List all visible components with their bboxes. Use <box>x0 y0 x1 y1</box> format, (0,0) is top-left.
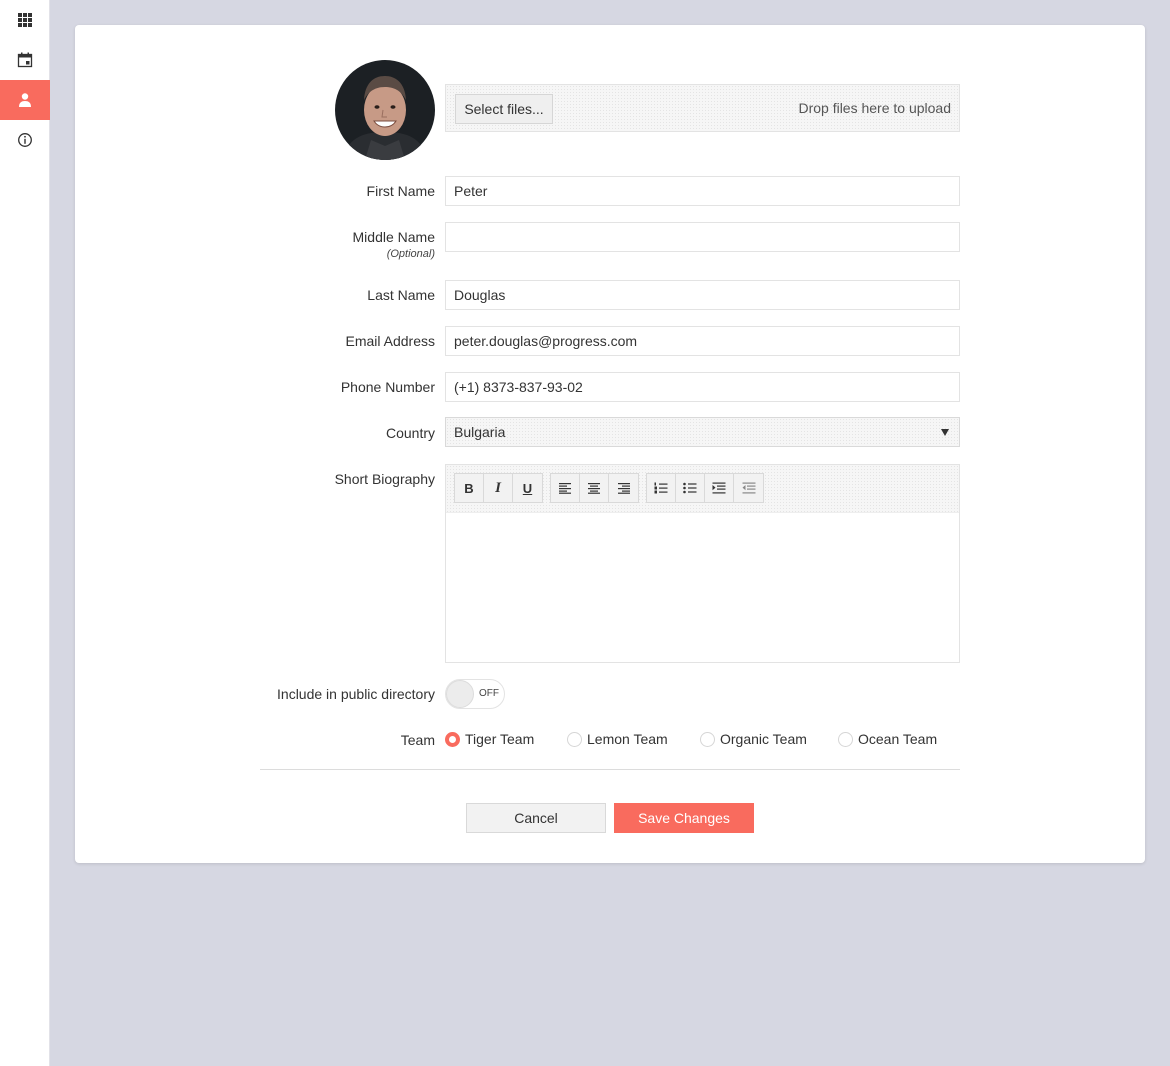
editor-toolbar: B I U <box>446 465 959 513</box>
first-name-label: First Name <box>366 183 435 199</box>
team-option-lemon[interactable]: Lemon Team <box>567 731 668 747</box>
radio-button[interactable] <box>838 731 853 747</box>
align-group <box>550 473 639 503</box>
list-group <box>646 473 764 503</box>
public-directory-switch[interactable]: OFF <box>445 679 505 709</box>
caret-down-icon <box>941 429 949 436</box>
biography-label: Short Biography <box>334 471 435 487</box>
middle-name-field[interactable] <box>445 222 960 252</box>
first-name-field[interactable] <box>445 176 960 206</box>
select-files-button[interactable]: Select files... <box>455 94 553 124</box>
align-center-button[interactable] <box>580 474 609 502</box>
middle-name-label: Middle Name <box>352 229 435 245</box>
align-left-button[interactable] <box>551 474 580 502</box>
calendar-icon <box>17 52 33 68</box>
country-selected-value: Bulgaria <box>454 424 506 440</box>
phone-label: Phone Number <box>340 379 435 395</box>
unordered-list-icon <box>683 482 697 494</box>
profile-card: Select files... Drop files here to uploa… <box>75 25 1145 863</box>
user-icon <box>19 93 31 107</box>
optional-hint: (Optional) <box>386 248 435 260</box>
ordered-list-icon <box>654 482 668 494</box>
file-upload-dropzone[interactable]: Select files... Drop files here to uploa… <box>445 84 960 132</box>
radio-label: Lemon Team <box>587 731 668 747</box>
radio-button[interactable] <box>700 731 715 747</box>
team-label: Team <box>400 732 435 748</box>
radio-button[interactable] <box>567 731 582 747</box>
align-right-icon <box>617 483 630 494</box>
outdent-icon <box>742 482 755 494</box>
underline-button[interactable]: U <box>513 474 542 502</box>
radio-label: Tiger Team <box>465 731 535 747</box>
sidebar <box>0 0 50 1066</box>
bold-button[interactable]: B <box>455 474 484 502</box>
last-name-field[interactable] <box>445 280 960 310</box>
team-option-tiger[interactable]: Tiger Team <box>445 731 534 747</box>
last-name-label: Last Name <box>367 287 435 303</box>
sidebar-item-calendar[interactable] <box>0 40 50 80</box>
sidebar-item-info[interactable] <box>0 120 50 160</box>
ordered-list-button[interactable] <box>647 474 676 502</box>
public-directory-label: Include in public directory <box>277 686 435 702</box>
align-left-icon <box>559 483 571 494</box>
sidebar-item-profile[interactable] <box>0 80 50 120</box>
radio-button[interactable] <box>445 731 460 747</box>
divider <box>260 769 960 770</box>
italic-icon: I <box>495 479 501 496</box>
sidebar-item-dashboard[interactable] <box>0 0 50 40</box>
team-option-organic[interactable]: Organic Team <box>700 731 807 747</box>
italic-button[interactable]: I <box>484 474 513 502</box>
avatar <box>335 60 435 160</box>
team-option-ocean[interactable]: Ocean Team <box>838 731 937 747</box>
phone-field[interactable] <box>445 372 960 402</box>
switch-knob <box>446 680 474 708</box>
format-group: B I U <box>454 473 543 503</box>
align-right-button[interactable] <box>609 474 638 502</box>
grid-icon <box>18 13 32 27</box>
radio-label: Organic Team <box>720 731 807 747</box>
indent-button[interactable] <box>705 474 734 502</box>
underline-icon: U <box>522 480 533 496</box>
country-label: Country <box>385 425 435 441</box>
save-changes-button[interactable]: Save Changes <box>614 803 754 833</box>
biography-textarea[interactable] <box>446 513 959 662</box>
biography-editor: B I U <box>445 464 960 663</box>
email-label: Email Address <box>345 333 435 349</box>
bold-icon: B <box>464 480 474 496</box>
unordered-list-button[interactable] <box>676 474 705 502</box>
drop-files-hint: Drop files here to upload <box>798 100 951 116</box>
radio-label: Ocean Team <box>858 731 938 747</box>
country-dropdown[interactable]: Bulgaria <box>445 417 960 447</box>
cancel-button[interactable]: Cancel <box>466 803 606 833</box>
outdent-button[interactable] <box>734 474 763 502</box>
indent-icon <box>712 482 726 494</box>
email-field[interactable] <box>445 326 960 356</box>
info-icon <box>18 133 32 147</box>
switch-state-text: OFF <box>479 688 499 699</box>
align-center-icon <box>588 483 600 494</box>
